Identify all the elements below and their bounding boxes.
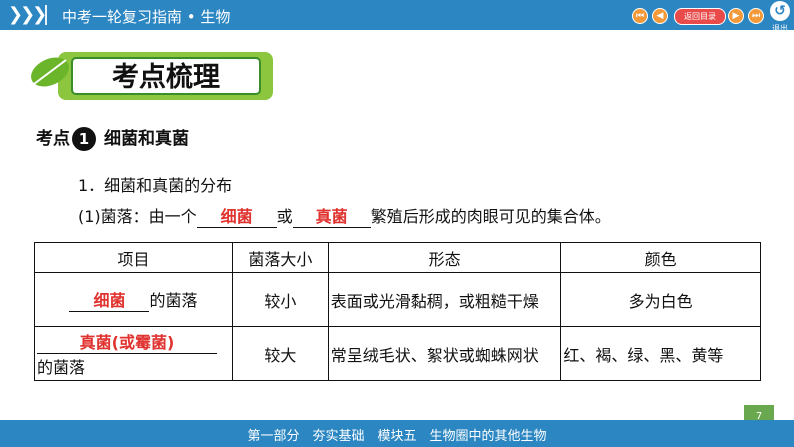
- item-2-sentence: (1)菌落：由一个 细菌或真菌 繁殖后形成的肉眼可见的集合体。: [78, 203, 611, 228]
- heading-number-badge: 1: [72, 127, 96, 151]
- table-header-cell: 菌落大小: [231, 242, 329, 273]
- footer-bar: 第一部分 夯实基础 模块五 生物圈中的其他生物: [0, 420, 794, 447]
- exit-label: 退出: [772, 24, 788, 33]
- exit-button[interactable]: ↺ 退出: [766, 1, 794, 35]
- answer-blank-4: 真菌(或霉菌): [37, 329, 217, 354]
- table-row: 细菌 的菌落 较小 表面或光滑黏稠，或粗糙干燥 多为白色: [34, 272, 761, 327]
- prev-page-icon[interactable]: ◀: [652, 8, 668, 24]
- item-suffix: 的菌落: [37, 358, 86, 377]
- item-1-text: 1．细菌和真菌的分布: [78, 176, 233, 195]
- exit-icon: ↺: [770, 1, 790, 21]
- answer-blank-3: 细菌: [69, 287, 150, 312]
- colony-comparison-table: 项目 菌落大小 形态 颜色 细菌 的菌落 较小 表面或光滑黏稠，或粗糙干燥 多为白…: [34, 242, 761, 381]
- answer-blank-4-text: 真菌(或霉菌): [79, 333, 175, 352]
- table-cell-item: 真菌(或霉菌) 的菌落: [34, 326, 233, 381]
- header-bar: ❯❯❯ 中考一轮复习指南 • 生物 ⏮ ◀ 返回目录 ▶ ⏭ ↺ 退出: [0, 0, 794, 33]
- item-2-mid: 或: [276, 207, 293, 226]
- item-2-prefix: (1)菌落：由一个: [78, 207, 197, 226]
- triple-chevron-icon: ❯❯❯: [8, 4, 47, 25]
- section-heading: 考点 1 细菌和真菌: [36, 124, 189, 151]
- table-header-row: 项目 菌落大小 形态 颜色: [34, 242, 761, 273]
- table-cell-shape: 常呈绒毛状、絮状或蜘蛛网状: [327, 326, 562, 381]
- answer-blank-1: 细菌: [196, 203, 277, 228]
- table-cell-color: 多为白色: [560, 272, 761, 327]
- next-page-icon[interactable]: ▶: [728, 8, 744, 24]
- banner-title: 考点梳理: [112, 61, 220, 93]
- table-header-cell: 项目: [34, 242, 233, 273]
- heading-prefix: 考点: [36, 129, 70, 149]
- table-cell-color: 红、褐、绿、黑、黄等: [560, 326, 761, 381]
- section-banner: 考点梳理: [31, 52, 273, 100]
- back-to-contents-button[interactable]: 返回目录: [674, 8, 726, 25]
- table-cell-size: 较大: [231, 326, 329, 381]
- table-cell-item: 细菌 的菌落: [34, 272, 233, 327]
- first-page-icon[interactable]: ⏮: [632, 8, 648, 24]
- header-divider: [45, 5, 47, 25]
- answer-blank-2: 真菌: [292, 203, 371, 228]
- item-suffix: 的菌落: [149, 291, 198, 310]
- table-cell-size: 较小: [231, 272, 329, 327]
- table-header-cell: 颜色: [560, 242, 761, 273]
- table-cell-shape: 表面或光滑黏稠，或粗糙干燥: [327, 272, 562, 327]
- item-2-suffix: 繁殖后形成的肉眼可见的集合体。: [370, 207, 611, 226]
- footer-text: 第一部分 夯实基础 模块五 生物圈中的其他生物: [247, 429, 547, 444]
- table-header-cell: 形态: [327, 242, 562, 273]
- table-row: 真菌(或霉菌) 的菌落 较大 常呈绒毛状、絮状或蜘蛛网状 红、褐、绿、黑、黄等: [34, 326, 761, 381]
- last-page-icon[interactable]: ⏭: [748, 8, 764, 24]
- heading-text: 细菌和真菌: [104, 129, 189, 149]
- header-title: 中考一轮复习指南 • 生物: [62, 8, 231, 26]
